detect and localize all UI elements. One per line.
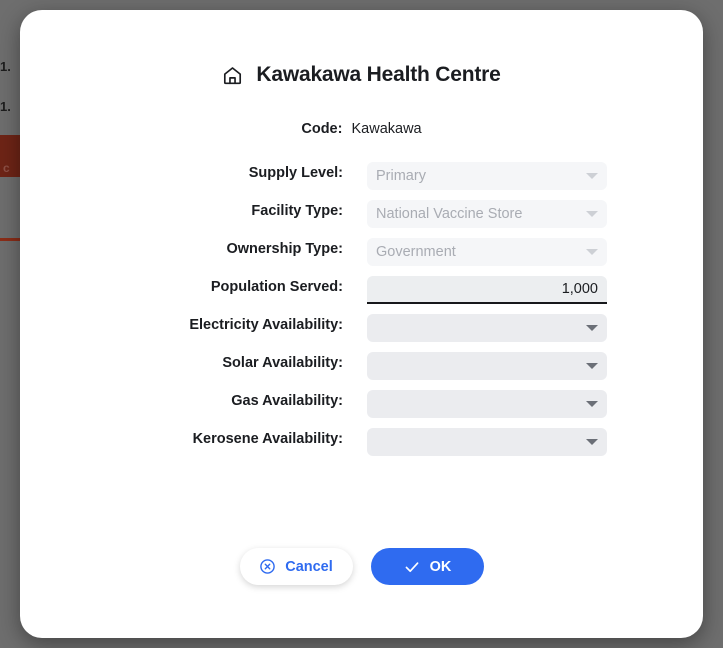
chevron-down-icon: [586, 249, 598, 255]
background-text-fragment: 1.: [0, 100, 11, 113]
field-label: Solar Availability:: [222, 355, 343, 371]
select-supply-level: Primary: [367, 162, 607, 190]
field-control: [367, 428, 607, 456]
background-divider: [0, 238, 22, 241]
circle-x-icon: [260, 559, 276, 574]
select-facility-type: National Vaccine Store: [367, 200, 607, 228]
select-value: [376, 314, 577, 342]
field-control: Primary: [367, 162, 607, 190]
chevron-down-icon: [586, 401, 598, 407]
field-label: Population Served:: [210, 279, 343, 295]
field-row: Population Served: 1,000: [20, 276, 703, 314]
background-highlight-band: c: [0, 135, 22, 177]
select-electricity-availability[interactable]: [367, 314, 607, 342]
field-row: Facility Type: National Vaccine Store: [20, 200, 703, 238]
field-row: Electricity Availability:: [20, 314, 703, 352]
chevron-down-icon: [586, 325, 598, 331]
select-value: [376, 352, 577, 380]
background-text-fragment: 1.: [0, 60, 11, 73]
background-band-glyph: c: [3, 161, 10, 175]
facility-details-dialog: Kawakawa Health Centre Code: Kawakawa Su…: [20, 10, 703, 638]
chevron-down-icon: [586, 439, 598, 445]
field-label: Electricity Availability:: [189, 317, 343, 333]
chevron-down-icon: [586, 211, 598, 217]
ok-button-label: OK: [429, 558, 452, 575]
dialog-actions: Cancel OK: [20, 548, 703, 585]
select-ownership-type: Government: [367, 238, 607, 266]
field-control: National Vaccine Store: [367, 200, 607, 228]
code-row: Code: Kawakawa: [20, 121, 703, 137]
check-icon: [405, 561, 419, 572]
select-value: National Vaccine Store: [376, 206, 523, 222]
select-value: [376, 428, 577, 456]
population-served-value: 1,000: [561, 281, 598, 297]
field-label: Kerosene Availability:: [192, 431, 343, 447]
cancel-button[interactable]: Cancel: [239, 548, 353, 585]
cancel-button-label: Cancel: [285, 558, 333, 575]
field-control: [367, 390, 607, 418]
home-icon: [224, 66, 242, 84]
population-served-input[interactable]: 1,000: [367, 276, 607, 304]
select-value: [376, 390, 577, 418]
field-row: Kerosene Availability:: [20, 428, 703, 466]
select-value: Primary: [376, 168, 426, 184]
field-control: Government: [367, 238, 607, 266]
chevron-down-icon: [586, 173, 598, 179]
field-control: [367, 314, 607, 342]
facility-form: Supply Level: Primary Facility Type: Nation…: [20, 162, 703, 466]
field-label: Facility Type:: [251, 203, 343, 219]
field-label: Gas Availability:: [231, 393, 343, 409]
select-solar-availability[interactable]: [367, 352, 607, 380]
field-control: 1,000: [367, 276, 607, 304]
field-row: Supply Level: Primary: [20, 162, 703, 200]
field-row: Solar Availability:: [20, 352, 703, 390]
field-row: Gas Availability:: [20, 390, 703, 428]
ok-button[interactable]: OK: [370, 548, 484, 585]
dialog-title: Kawakawa Health Centre: [256, 63, 501, 86]
field-row: Ownership Type: Government: [20, 238, 703, 276]
field-label: Supply Level:: [248, 165, 343, 181]
dialog-title-row: Kawakawa Health Centre: [20, 63, 703, 87]
chevron-down-icon: [586, 363, 598, 369]
field-label: Ownership Type:: [226, 241, 343, 257]
select-gas-availability[interactable]: [367, 390, 607, 418]
code-label: Code:: [301, 121, 343, 137]
select-kerosene-availability[interactable]: [367, 428, 607, 456]
code-value: Kawakawa: [351, 121, 422, 137]
field-control: [367, 352, 607, 380]
select-value: Government: [376, 244, 456, 260]
